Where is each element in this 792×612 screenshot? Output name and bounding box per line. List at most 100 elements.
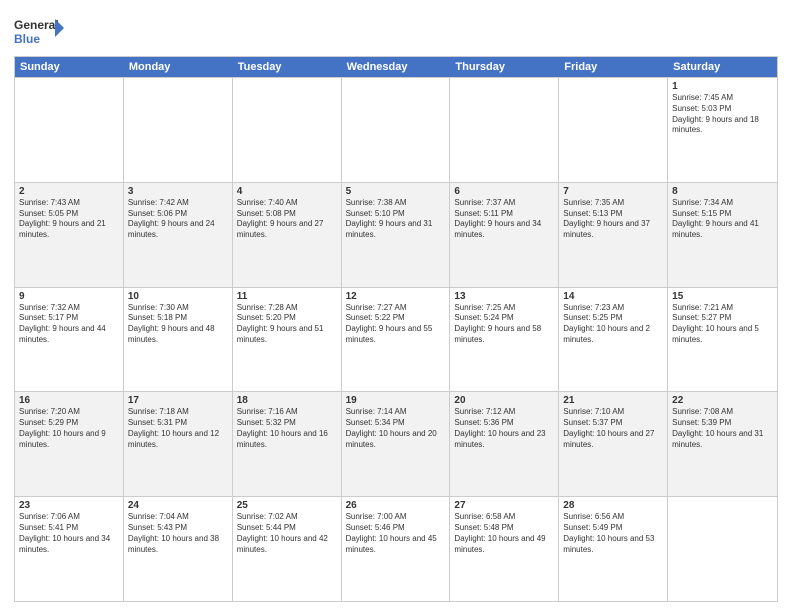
day-number: 4 [237, 186, 337, 197]
day-info: Sunrise: 7:34 AM Sunset: 5:15 PM Dayligh… [672, 198, 773, 241]
day-number: 14 [563, 291, 663, 302]
day-info: Sunrise: 7:18 AM Sunset: 5:31 PM Dayligh… [128, 407, 228, 450]
day-info: Sunrise: 7:20 AM Sunset: 5:29 PM Dayligh… [19, 407, 119, 450]
calendar: SundayMondayTuesdayWednesdayThursdayFrid… [14, 56, 778, 602]
day-info: Sunrise: 7:35 AM Sunset: 5:13 PM Dayligh… [563, 198, 663, 241]
weekday-header-thursday: Thursday [450, 57, 559, 77]
day-number: 12 [346, 291, 446, 302]
day-cell-12: 12Sunrise: 7:27 AM Sunset: 5:22 PM Dayli… [342, 288, 451, 392]
day-cell-2: 2Sunrise: 7:43 AM Sunset: 5:05 PM Daylig… [15, 183, 124, 287]
svg-text:General: General [14, 18, 59, 32]
header: GeneralBlue [14, 10, 778, 50]
day-number: 24 [128, 500, 228, 511]
day-cell-empty [450, 78, 559, 182]
day-cell-4: 4Sunrise: 7:40 AM Sunset: 5:08 PM Daylig… [233, 183, 342, 287]
day-number: 3 [128, 186, 228, 197]
day-info: Sunrise: 7:32 AM Sunset: 5:17 PM Dayligh… [19, 303, 119, 346]
day-info: Sunrise: 6:56 AM Sunset: 5:49 PM Dayligh… [563, 512, 663, 555]
day-cell-28: 28Sunrise: 6:56 AM Sunset: 5:49 PM Dayli… [559, 497, 668, 601]
day-number: 21 [563, 395, 663, 406]
day-number: 22 [672, 395, 773, 406]
day-number: 17 [128, 395, 228, 406]
day-cell-19: 19Sunrise: 7:14 AM Sunset: 5:34 PM Dayli… [342, 392, 451, 496]
calendar-row-1: 2Sunrise: 7:43 AM Sunset: 5:05 PM Daylig… [15, 182, 777, 287]
day-cell-16: 16Sunrise: 7:20 AM Sunset: 5:29 PM Dayli… [15, 392, 124, 496]
day-cell-23: 23Sunrise: 7:06 AM Sunset: 5:41 PM Dayli… [15, 497, 124, 601]
day-info: Sunrise: 7:42 AM Sunset: 5:06 PM Dayligh… [128, 198, 228, 241]
weekday-header-tuesday: Tuesday [233, 57, 342, 77]
calendar-row-2: 9Sunrise: 7:32 AM Sunset: 5:17 PM Daylig… [15, 287, 777, 392]
day-cell-empty [342, 78, 451, 182]
day-cell-18: 18Sunrise: 7:16 AM Sunset: 5:32 PM Dayli… [233, 392, 342, 496]
day-info: Sunrise: 7:12 AM Sunset: 5:36 PM Dayligh… [454, 407, 554, 450]
day-info: Sunrise: 7:37 AM Sunset: 5:11 PM Dayligh… [454, 198, 554, 241]
day-number: 27 [454, 500, 554, 511]
day-cell-1: 1Sunrise: 7:45 AM Sunset: 5:03 PM Daylig… [668, 78, 777, 182]
day-number: 19 [346, 395, 446, 406]
logo: GeneralBlue [14, 14, 64, 50]
day-number: 1 [672, 81, 773, 92]
day-number: 8 [672, 186, 773, 197]
day-info: Sunrise: 7:28 AM Sunset: 5:20 PM Dayligh… [237, 303, 337, 346]
day-number: 9 [19, 291, 119, 302]
day-info: Sunrise: 7:38 AM Sunset: 5:10 PM Dayligh… [346, 198, 446, 241]
svg-text:Blue: Blue [14, 32, 40, 46]
calendar-row-4: 23Sunrise: 7:06 AM Sunset: 5:41 PM Dayli… [15, 496, 777, 601]
day-number: 10 [128, 291, 228, 302]
day-cell-10: 10Sunrise: 7:30 AM Sunset: 5:18 PM Dayli… [124, 288, 233, 392]
day-cell-20: 20Sunrise: 7:12 AM Sunset: 5:36 PM Dayli… [450, 392, 559, 496]
day-cell-11: 11Sunrise: 7:28 AM Sunset: 5:20 PM Dayli… [233, 288, 342, 392]
calendar-header: SundayMondayTuesdayWednesdayThursdayFrid… [15, 57, 777, 77]
day-info: Sunrise: 7:40 AM Sunset: 5:08 PM Dayligh… [237, 198, 337, 241]
day-info: Sunrise: 7:45 AM Sunset: 5:03 PM Dayligh… [672, 93, 773, 136]
day-info: Sunrise: 7:02 AM Sunset: 5:44 PM Dayligh… [237, 512, 337, 555]
day-info: Sunrise: 7:27 AM Sunset: 5:22 PM Dayligh… [346, 303, 446, 346]
day-number: 5 [346, 186, 446, 197]
day-number: 23 [19, 500, 119, 511]
day-number: 13 [454, 291, 554, 302]
day-cell-6: 6Sunrise: 7:37 AM Sunset: 5:11 PM Daylig… [450, 183, 559, 287]
day-cell-5: 5Sunrise: 7:38 AM Sunset: 5:10 PM Daylig… [342, 183, 451, 287]
calendar-row-0: 1Sunrise: 7:45 AM Sunset: 5:03 PM Daylig… [15, 77, 777, 182]
calendar-row-3: 16Sunrise: 7:20 AM Sunset: 5:29 PM Dayli… [15, 391, 777, 496]
day-cell-empty [559, 78, 668, 182]
day-number: 6 [454, 186, 554, 197]
day-cell-9: 9Sunrise: 7:32 AM Sunset: 5:17 PM Daylig… [15, 288, 124, 392]
logo-svg: GeneralBlue [14, 14, 64, 50]
calendar-body: 1Sunrise: 7:45 AM Sunset: 5:03 PM Daylig… [15, 77, 777, 601]
day-info: Sunrise: 7:25 AM Sunset: 5:24 PM Dayligh… [454, 303, 554, 346]
day-number: 28 [563, 500, 663, 511]
day-cell-24: 24Sunrise: 7:04 AM Sunset: 5:43 PM Dayli… [124, 497, 233, 601]
day-info: Sunrise: 7:00 AM Sunset: 5:46 PM Dayligh… [346, 512, 446, 555]
day-info: Sunrise: 7:08 AM Sunset: 5:39 PM Dayligh… [672, 407, 773, 450]
weekday-header-friday: Friday [559, 57, 668, 77]
day-cell-empty [233, 78, 342, 182]
day-number: 16 [19, 395, 119, 406]
day-info: Sunrise: 7:30 AM Sunset: 5:18 PM Dayligh… [128, 303, 228, 346]
weekday-header-monday: Monday [124, 57, 233, 77]
day-cell-8: 8Sunrise: 7:34 AM Sunset: 5:15 PM Daylig… [668, 183, 777, 287]
day-cell-empty [668, 497, 777, 601]
day-number: 11 [237, 291, 337, 302]
day-cell-3: 3Sunrise: 7:42 AM Sunset: 5:06 PM Daylig… [124, 183, 233, 287]
day-cell-13: 13Sunrise: 7:25 AM Sunset: 5:24 PM Dayli… [450, 288, 559, 392]
weekday-header-saturday: Saturday [668, 57, 777, 77]
day-cell-15: 15Sunrise: 7:21 AM Sunset: 5:27 PM Dayli… [668, 288, 777, 392]
day-number: 18 [237, 395, 337, 406]
day-cell-26: 26Sunrise: 7:00 AM Sunset: 5:46 PM Dayli… [342, 497, 451, 601]
day-info: Sunrise: 7:06 AM Sunset: 5:41 PM Dayligh… [19, 512, 119, 555]
day-cell-21: 21Sunrise: 7:10 AM Sunset: 5:37 PM Dayli… [559, 392, 668, 496]
day-info: Sunrise: 7:23 AM Sunset: 5:25 PM Dayligh… [563, 303, 663, 346]
day-info: Sunrise: 6:58 AM Sunset: 5:48 PM Dayligh… [454, 512, 554, 555]
day-cell-14: 14Sunrise: 7:23 AM Sunset: 5:25 PM Dayli… [559, 288, 668, 392]
day-info: Sunrise: 7:21 AM Sunset: 5:27 PM Dayligh… [672, 303, 773, 346]
day-number: 2 [19, 186, 119, 197]
day-number: 25 [237, 500, 337, 511]
day-cell-25: 25Sunrise: 7:02 AM Sunset: 5:44 PM Dayli… [233, 497, 342, 601]
day-number: 15 [672, 291, 773, 302]
day-info: Sunrise: 7:04 AM Sunset: 5:43 PM Dayligh… [128, 512, 228, 555]
day-cell-17: 17Sunrise: 7:18 AM Sunset: 5:31 PM Dayli… [124, 392, 233, 496]
day-number: 26 [346, 500, 446, 511]
day-number: 7 [563, 186, 663, 197]
day-cell-empty [15, 78, 124, 182]
